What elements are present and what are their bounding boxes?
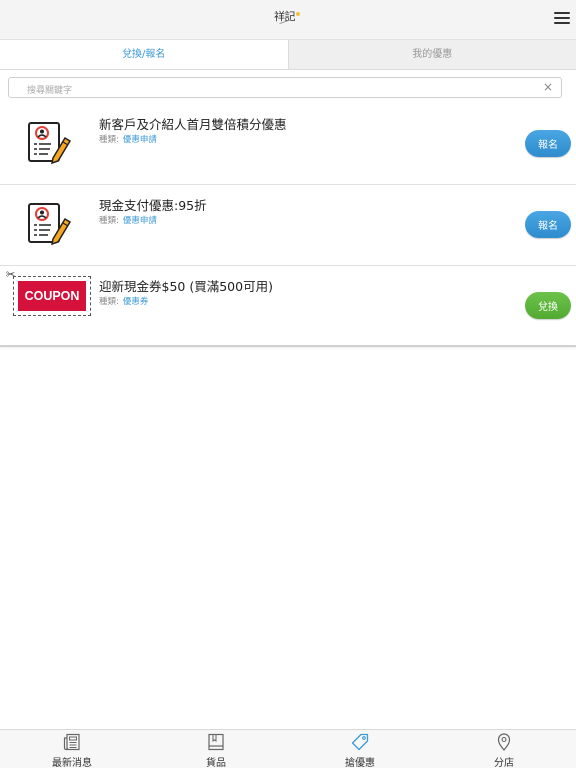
nav-label: 搶優惠 [345,758,375,768]
tab-my-offers[interactable]: 我的優惠 [288,40,576,69]
category-label: 種類: [99,216,119,226]
category-value: 優惠申請 [122,135,157,145]
coupon-badge: COUPON [18,281,86,311]
application-form-icon [28,203,72,246]
clear-icon[interactable]: × [543,80,553,95]
offer-meta: 種類: 優惠券 [99,295,148,307]
register-button[interactable]: 報名 [525,211,571,238]
offer-meta: 種類: 優惠申請 [99,133,157,145]
nav-item-branches[interactable]: 分店 [432,730,576,768]
offer-title: 迎新現金券$50 (買滿500可用) [99,279,273,294]
app-header: 祥記 [0,0,576,40]
search-bar: × [8,77,562,101]
tab-bar: 兌換/報名 我的優惠 [0,40,576,70]
search-input[interactable] [9,81,529,101]
logo-dot-icon [296,12,300,16]
list-item[interactable]: 現金支付優惠:95折 種類: 優惠申請 報名 [0,185,576,266]
tab-redeem-register[interactable]: 兌換/報名 [0,40,289,69]
nav-label: 最新消息 [52,758,92,768]
redeem-button[interactable]: 兌換 [525,292,571,319]
location-pin-icon [497,733,511,751]
category-label: 種類: [99,297,119,307]
category-value: 優惠券 [122,297,149,307]
offer-meta: 種類: 優惠申請 [99,214,157,226]
nav-label: 貨品 [206,758,226,768]
offer-title: 現金支付優惠:95折 [99,198,207,213]
list-item[interactable]: 新客戶及介紹人首月雙倍積分優惠 種類: 優惠申請 報名 [0,104,576,185]
news-icon [63,733,80,751]
offer-title: 新客戶及介紹人首月雙倍積分優惠 [99,117,287,132]
register-button[interactable]: 報名 [525,130,571,157]
offer-list: 新客戶及介紹人首月雙倍積分優惠 種類: 優惠申請 報名 現金支付優惠:95折 種類… [0,104,576,347]
coupon-icon: COUPON [13,276,91,316]
hamburger-menu-icon[interactable] [554,12,570,26]
nav-item-products[interactable]: 貨品 [144,730,288,768]
application-form-icon [28,122,72,165]
category-label: 種類: [99,135,119,145]
bottom-navigation: 最新消息 貨品 搶優惠 分店 [0,729,576,768]
category-value: 優惠申請 [122,216,157,226]
nav-item-news[interactable]: 最新消息 [0,730,144,768]
book-icon [208,733,224,751]
tag-icon [351,733,369,751]
nav-item-grab-offers[interactable]: 搶優惠 [288,730,432,768]
nav-label: 分店 [494,758,514,768]
brand-logo[interactable]: 祥記 [272,8,304,32]
list-item[interactable]: ✂ COUPON 迎新現金券$50 (買滿500可用) 種類: 優惠券 兌換 [0,266,576,347]
